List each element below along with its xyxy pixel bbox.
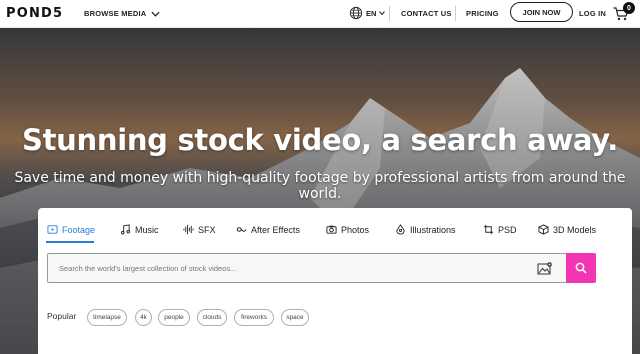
tab-illustrations[interactable]: Illustrations	[395, 224, 456, 235]
tab-after-effects[interactable]: After Effects	[236, 224, 300, 235]
join-now-button[interactable]: JOIN NOW	[510, 2, 573, 22]
footage-icon	[47, 225, 58, 234]
pond5-logo[interactable]: POND5	[6, 6, 63, 21]
popular-chip-people[interactable]: people	[158, 309, 190, 326]
tab-label: Footage	[62, 224, 96, 235]
tab-label: Music	[135, 224, 159, 235]
popular-chip-4k[interactable]: 4k	[135, 309, 152, 326]
caret-down-icon	[379, 11, 386, 15]
language-label: EN	[366, 8, 377, 18]
popular-chip-fireworks[interactable]: fireworks	[234, 309, 274, 326]
nav-divider	[455, 6, 456, 21]
popular-chip-clouds[interactable]: clouds	[197, 309, 227, 326]
popular-chip-space[interactable]: space	[281, 309, 309, 326]
cart-button[interactable]: 0	[613, 2, 635, 23]
search-icon	[575, 262, 587, 274]
tab-label: PSD	[498, 224, 517, 235]
sfx-icon	[183, 224, 194, 235]
cart-count-badge: 0	[623, 2, 635, 14]
globe-icon	[349, 6, 363, 20]
cube-icon	[538, 224, 549, 235]
search-card: Footage Music SFX After Effects Photos I…	[38, 208, 632, 354]
search-button[interactable]	[566, 253, 596, 283]
camera-icon	[326, 225, 337, 234]
tab-sfx[interactable]: SFX	[183, 224, 216, 235]
log-in-link[interactable]: LOG IN	[579, 9, 606, 18]
tab-label: Illustrations	[410, 224, 456, 235]
popular-label: Popular	[47, 311, 77, 321]
music-icon	[121, 224, 130, 235]
psd-icon	[483, 224, 494, 235]
search-input[interactable]	[48, 254, 518, 282]
top-nav: POND5 BROWSE MEDIA EN CONTACT US PRICING…	[0, 0, 640, 28]
tab-label: SFX	[198, 224, 216, 235]
active-tab-indicator	[46, 241, 94, 243]
pricing-link[interactable]: PRICING	[466, 9, 499, 18]
browse-media-label: BROWSE MEDIA	[84, 9, 147, 18]
after-effects-icon	[236, 227, 247, 232]
tab-music[interactable]: Music	[120, 224, 159, 235]
nav-divider	[389, 6, 390, 21]
popular-chip-timelapse[interactable]: timelapse	[87, 309, 127, 326]
chevron-down-icon	[151, 11, 160, 17]
hero-headline: Stunning stock video, a search away.	[22, 123, 618, 157]
image-search-icon[interactable]	[537, 262, 553, 275]
tab-label: 3D Models	[553, 224, 597, 235]
tab-photos[interactable]: Photos	[326, 224, 369, 235]
tab-label: After Effects	[251, 224, 300, 235]
browse-media-menu[interactable]: BROWSE MEDIA	[84, 9, 160, 18]
tab-psd[interactable]: PSD	[483, 224, 517, 235]
language-selector[interactable]: EN	[349, 6, 386, 20]
media-type-tabs: Footage Music SFX After Effects Photos I…	[38, 208, 632, 244]
tab-footage[interactable]: Footage	[47, 224, 95, 235]
hero-subheadline: Save time and money with high-quality fo…	[14, 170, 626, 202]
contact-us-link[interactable]: CONTACT US	[401, 9, 452, 18]
search-box	[47, 253, 566, 283]
tab-3d-models[interactable]: 3D Models	[538, 224, 596, 235]
illustrations-icon	[396, 224, 405, 235]
tab-label: Photos	[341, 224, 370, 235]
